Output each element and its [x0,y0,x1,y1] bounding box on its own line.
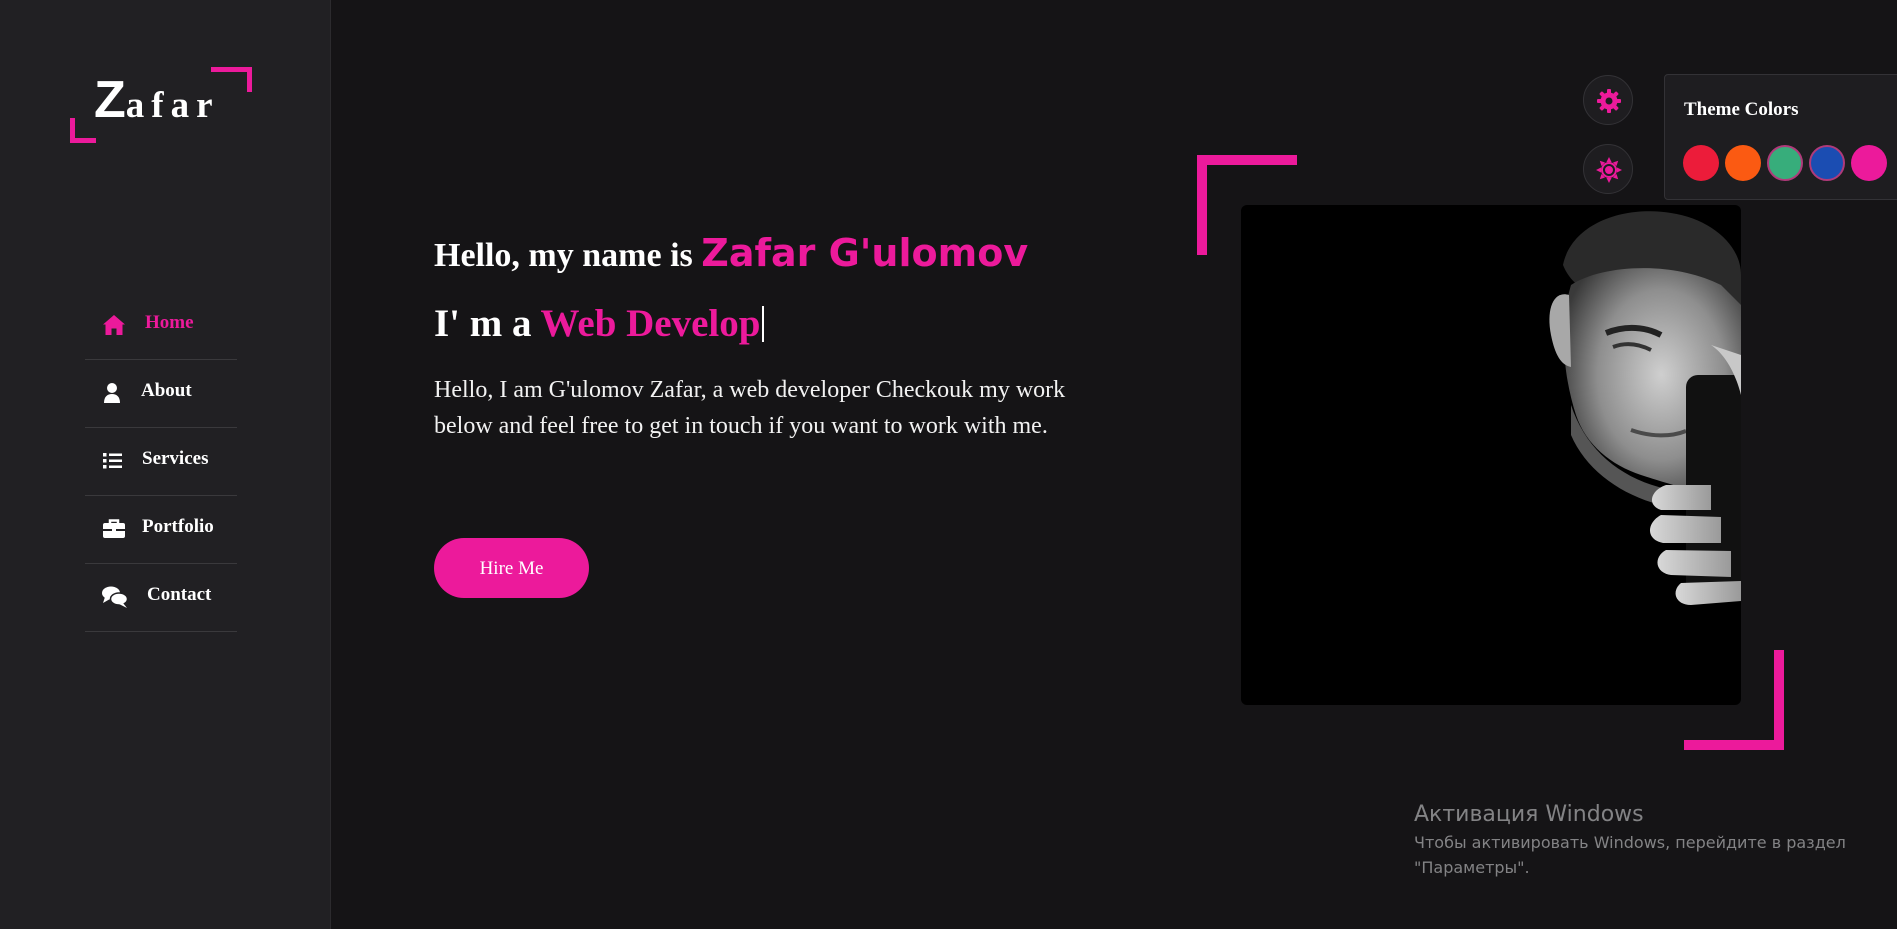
logo-rest: afar [125,85,220,126]
activation-title: Активация Windows [1414,802,1644,827]
color-swatch-red[interactable] [1683,145,1719,181]
hero-description: Hello, I am G'ulomov Zafar, a web develo… [434,377,1066,439]
logo-corner-bottom-left [70,118,96,143]
hero-role: I' m a Web Develop [434,297,1114,351]
nav-item-home[interactable]: Home [85,292,237,360]
sun-icon [1596,157,1622,183]
user-icon [101,380,127,406]
logo-text: Zafar [94,74,220,127]
nav-label-about: About [141,380,192,401]
theme-colors-panel: Theme Colors [1664,74,1897,200]
list-icon [101,448,127,474]
nav-label-home: Home [145,312,194,333]
activation-line-1: Чтобы активировать Windows, перейдите в … [1414,833,1846,852]
nav-label-portfolio: Portfolio [142,516,214,537]
color-swatch-blue[interactable] [1809,145,1845,181]
nav-label-contact: Contact [147,584,212,605]
home-icon [101,312,127,338]
hero-section: Hello, my name is Zafar G'ulomov I' m a … [434,226,1114,444]
nav-item-portfolio[interactable]: Portfolio [85,496,237,564]
chat-icon [101,584,129,610]
nav-item-contact[interactable]: Contact [85,564,237,632]
hero-name: Zafar G'ulomov [701,231,1029,275]
windows-activation-watermark: Активация Windows Чтобы активировать Win… [1414,800,1846,880]
briefcase-icon [101,516,127,542]
sidebar: Zafar Home About Services Portfolio Cont… [0,0,331,929]
sidebar-nav: Home About Services Portfolio Contact [85,292,237,632]
gear-icon [1597,89,1621,113]
theme-mode-button[interactable] [1583,144,1633,194]
nav-item-services[interactable]: Services [85,428,237,496]
nav-label-services: Services [142,448,209,469]
theme-panel-title: Theme Colors [1684,99,1799,120]
hero-greeting: Hello, my name is Zafar G'ulomov [434,226,1114,283]
portfolio-page: Zafar Home About Services Portfolio Cont… [0,0,1897,929]
nav-item-about[interactable]: About [85,360,237,428]
logo[interactable]: Zafar [70,67,252,143]
hire-me-button[interactable]: Hire Me [434,538,589,598]
role-prefix: I' m a [434,302,541,345]
logo-first-letter: Z [94,71,126,129]
color-swatch-orange[interactable] [1725,145,1761,181]
greeting-prefix: Hello, my name is [434,237,702,274]
color-swatch-green[interactable] [1767,145,1803,181]
profile-photo [1241,205,1741,705]
role-typing-text: Web Develop [540,302,761,345]
typing-caret [762,306,765,342]
color-swatch-pink[interactable] [1851,145,1887,181]
settings-toggle-button[interactable] [1583,75,1633,125]
activation-line-2: "Параметры". [1414,858,1530,877]
